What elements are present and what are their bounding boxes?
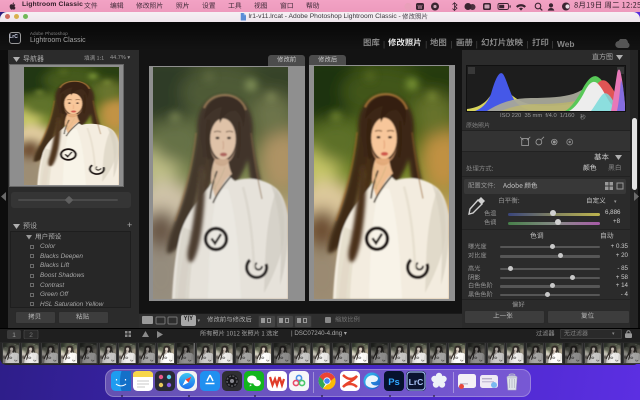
svg-text:W: W [418, 4, 423, 10]
svg-text:1: 1 [12, 332, 16, 339]
svg-text:LrC: LrC [409, 376, 424, 386]
svg-text:2: 2 [29, 332, 33, 339]
svg-text:Ps: Ps [388, 377, 400, 388]
